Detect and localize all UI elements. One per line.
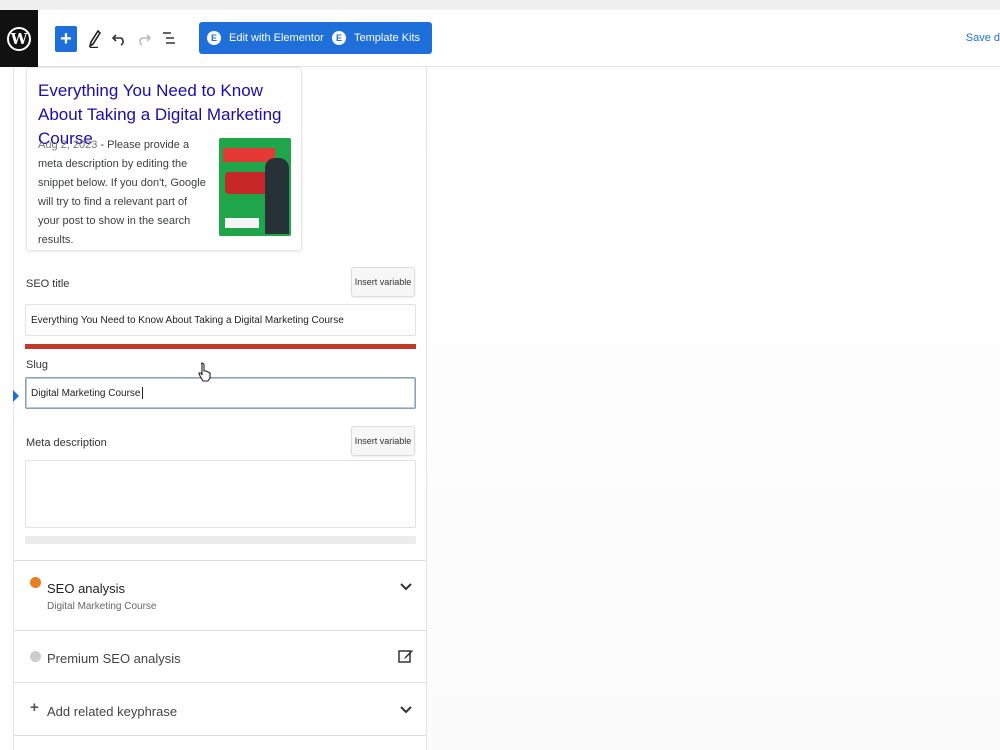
editor-toolbar: W + E Edit with Elementor E Template Kit… [0, 10, 1000, 67]
wordpress-logo-icon[interactable]: W [0, 10, 38, 67]
seo-analysis-status-icon [30, 577, 41, 588]
seo-analysis-keyphrase: Digital Marketing Course [47, 601, 157, 612]
snippet-thumbnail [219, 138, 291, 236]
edit-icon[interactable] [398, 648, 414, 669]
plus-icon: + [30, 699, 39, 716]
text-caret [141, 387, 143, 399]
slug-input[interactable]: Digital Marketing Course [25, 377, 416, 409]
seo-title-insert-variable-button[interactable]: Insert variable [351, 267, 415, 297]
meta-description-insert-variable-button[interactable]: Insert variable [351, 426, 415, 456]
browser-top-strip [0, 0, 1000, 10]
template-kits-label: Template Kits [354, 32, 421, 44]
focus-marker-icon [13, 390, 19, 402]
meta-description-label: Meta description [26, 437, 107, 449]
related-keyphrase-panel[interactable]: + Add related keyphrase [14, 682, 426, 736]
elementor-icon: E [207, 31, 221, 45]
hand-cursor-icon [198, 362, 211, 382]
seo-title-length-progress [25, 344, 416, 349]
undo-icon[interactable] [109, 27, 129, 51]
chevron-down-icon[interactable] [400, 580, 412, 594]
seo-analysis-title: SEO analysis [47, 581, 126, 596]
snippet-separator: - [97, 139, 108, 151]
premium-seo-analysis-title: Premium SEO analysis [47, 651, 181, 666]
edit-with-elementor-label: Edit with Elementor [229, 32, 324, 44]
slug-label: Slug [26, 359, 49, 371]
elementor-icon: E [332, 31, 346, 45]
seo-title-label: SEO title [26, 278, 70, 290]
pencil-tools-icon[interactable] [85, 27, 105, 51]
snippet-description: Aug 2, 2023 - Please provide a meta desc… [38, 136, 210, 250]
snippet-description-text: Please provide a meta description by edi… [38, 139, 206, 246]
meta-description-length-progress [25, 536, 416, 544]
premium-seo-analysis-panel[interactable]: Premium SEO analysis [14, 630, 426, 682]
seo-title-progress-fill [25, 344, 416, 349]
seo-title-input[interactable]: Everything You Need to Know About Taking… [25, 304, 416, 336]
snippet-date: Aug 2, 2023 [38, 139, 98, 151]
google-preview-card: Everything You Need to Know About Taking… [26, 67, 302, 251]
meta-description-input[interactable] [25, 460, 416, 528]
add-block-button[interactable]: + [55, 26, 77, 52]
slug-value: Digital Marketing Course [31, 387, 141, 399]
chevron-down-icon[interactable] [400, 703, 412, 717]
redo-icon[interactable] [134, 27, 154, 51]
seo-analysis-panel[interactable]: SEO analysis Digital Marketing Course [14, 560, 426, 630]
editor-canvas[interactable] [427, 67, 1000, 750]
document-overview-icon[interactable] [159, 27, 179, 51]
premium-seo-status-icon [30, 651, 41, 662]
template-kits-button[interactable]: E Template Kits [324, 22, 433, 54]
save-draft-link[interactable]: Save d [966, 32, 1000, 44]
yoast-seo-sidebar: Everything You Need to Know About Taking… [13, 67, 427, 750]
edit-with-elementor-button[interactable]: E Edit with Elementor [199, 22, 336, 54]
related-keyphrase-title: Add related keyphrase [47, 704, 178, 719]
